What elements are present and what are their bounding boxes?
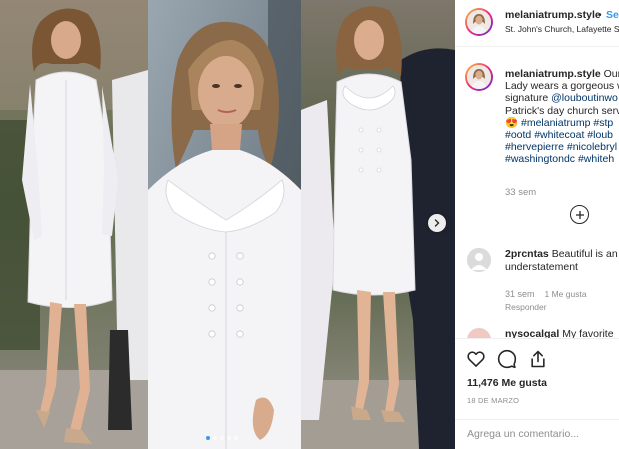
caption-text-fragment: signature — [505, 92, 552, 105]
caption-hashtags[interactable]: #washingtondc #whiteh — [505, 153, 619, 165]
carousel-dot — [227, 436, 231, 440]
likes-count[interactable]: 11,476 Me gusta — [467, 377, 547, 389]
comment-timestamp: 31 sem — [505, 289, 535, 299]
caption-timestamp: 33 sem — [505, 187, 537, 198]
avatar[interactable] — [465, 63, 493, 91]
caption-hashtags[interactable]: 😍 #melaniatrump #stp — [505, 117, 619, 129]
caption-line: Our — [603, 68, 619, 80]
caption-line: Lady wears a gorgeous w — [505, 80, 619, 93]
comment-meta: 31 sem 1 Me gusta — [505, 289, 587, 299]
caption-hashtags[interactable]: #hervepierre #nicolebryl — [505, 141, 619, 153]
post-location[interactable]: St. John's Church, Lafayette S — [505, 24, 619, 34]
carousel-dot — [220, 436, 224, 440]
add-comment-box — [455, 419, 619, 449]
avatar[interactable] — [467, 248, 491, 272]
carousel-dot — [234, 436, 238, 440]
post-username[interactable]: melaniatrump.style — [505, 9, 601, 21]
heart-icon[interactable] — [466, 349, 486, 369]
carousel-next-button[interactable] — [428, 214, 446, 232]
comment-input[interactable] — [467, 428, 617, 440]
carousel-indicator — [206, 436, 238, 440]
carousel-dot — [213, 436, 217, 440]
caption-hashtags[interactable]: #ootd #whitecoat #loub — [505, 129, 619, 141]
load-more-comments-button[interactable] — [570, 205, 589, 224]
share-icon[interactable] — [528, 349, 548, 369]
plus-circle-icon — [575, 210, 584, 219]
follow-button[interactable]: Se — [606, 9, 619, 21]
caption-username[interactable]: melaniatrump.style — [505, 68, 601, 80]
comment-text: 2prcntas Beautiful is an understatement — [505, 248, 619, 274]
caption-mention-link[interactable]: @louboutinwo — [551, 92, 618, 104]
header-separator: • — [598, 9, 602, 21]
photo-panel-full-length — [0, 0, 148, 449]
caption-text: melaniatrump.style Our Lady wears a gorg… — [505, 68, 619, 166]
post-header: melaniatrump.style • Se St. John's Churc… — [455, 0, 619, 47]
post-date: 18 DE MARZO — [467, 396, 520, 405]
post-sidebar: melaniatrump.style • Se St. John's Churc… — [455, 0, 619, 449]
comment-username[interactable]: 2prcntas — [505, 248, 549, 260]
carousel-dot — [206, 436, 210, 440]
caption-line: Patrick's day church serv — [505, 104, 619, 117]
reply-button[interactable]: Responder — [505, 302, 547, 312]
avatar[interactable] — [465, 8, 493, 36]
post-actions: 11,476 Me gusta 18 DE MARZO — [455, 338, 619, 449]
comment-likes[interactable]: 1 Me gusta — [545, 289, 587, 299]
comment-body: Beautiful is an — [548, 248, 618, 260]
chevron-right-icon — [434, 219, 440, 227]
photo-panel-portrait — [148, 0, 301, 449]
post-photo[interactable] — [0, 0, 455, 449]
comment-body: understatement — [505, 261, 578, 273]
comment-icon[interactable] — [497, 349, 517, 369]
